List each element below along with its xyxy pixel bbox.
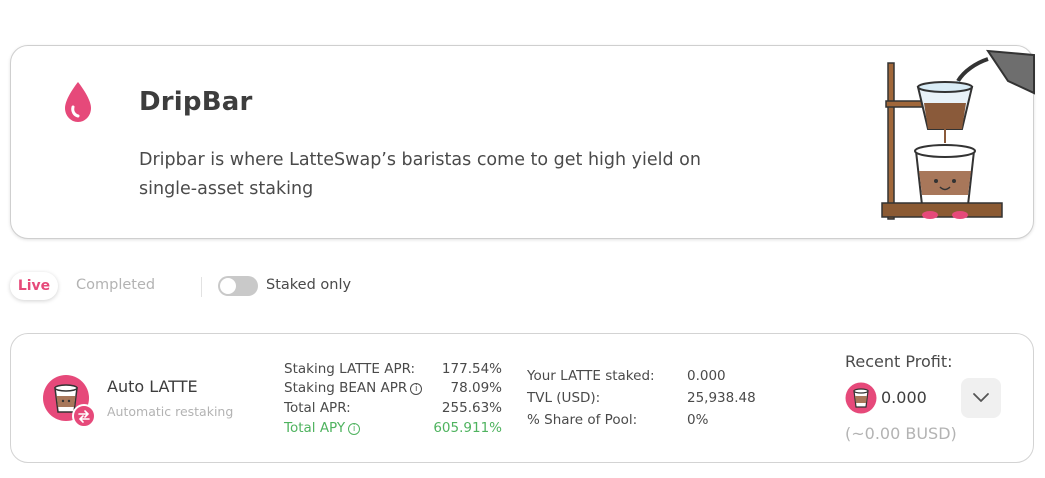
recent-profit-usd: (~0.00 BUSD) (845, 424, 957, 443)
page-description: Dripbar is where LatteSwap’s baristas co… (139, 150, 701, 199)
apr-label-bean-text: Staking BEAN APR (284, 380, 408, 396)
pool-name: Auto LATTE (107, 377, 198, 396)
info-icon[interactable]: i (348, 423, 361, 435)
toggle-knob (220, 278, 236, 294)
stat-value-share: 0% (687, 412, 709, 428)
recent-profit-value: 0.000 (881, 388, 927, 407)
expand-pool-button[interactable] (961, 378, 1001, 418)
apr-label-bean: Staking BEAN APR i (284, 380, 423, 396)
apr-label-total: Total APR: (284, 400, 351, 416)
filter-divider (201, 277, 202, 297)
info-icon[interactable]: i (410, 383, 423, 395)
staked-only-label: Staked only (266, 277, 352, 293)
stat-label-staked: Your LATTE staked: (527, 368, 655, 384)
tab-completed[interactable]: Completed (76, 277, 155, 293)
recent-profit-label: Recent Profit: (845, 352, 953, 371)
staked-only-toggle[interactable] (218, 276, 258, 296)
apy-value-total: 605.911% (433, 420, 502, 436)
barista-drip-illustration (881, 49, 1035, 220)
apr-value-total: 255.63% (441, 400, 502, 416)
page-title: DripBar (139, 87, 253, 117)
apr-value-latte: 177.54% (441, 361, 502, 377)
apy-label-total: Total APY i (284, 420, 361, 436)
tab-live[interactable]: Live (10, 272, 58, 300)
apy-label-total-text: Total APY (284, 420, 346, 436)
stat-label-share: % Share of Pool: (527, 412, 638, 428)
stat-value-tvl: 25,938.48 (687, 390, 756, 406)
apr-value-bean: 78.09% (450, 380, 502, 396)
drop-icon (65, 82, 91, 122)
stat-value-staked: 0.000 (687, 368, 726, 384)
latte-cup-icon (43, 375, 96, 428)
pool-subtitle: Automatic restaking (107, 404, 234, 419)
apr-label-latte: Staking LATTE APR: (284, 361, 416, 377)
latte-token-icon (845, 382, 877, 414)
chevron-down-icon (973, 393, 989, 402)
stat-label-tvl: TVL (USD): (527, 390, 601, 406)
